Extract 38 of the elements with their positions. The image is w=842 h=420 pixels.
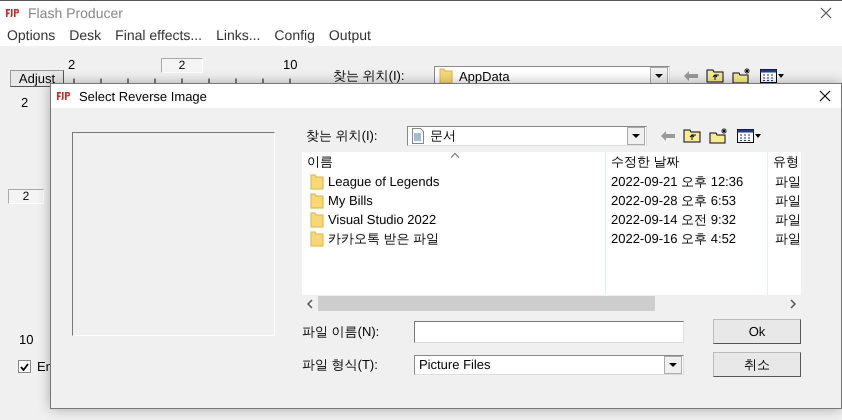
ruler-label: 2 — [68, 57, 76, 72]
date-cell-text: 2022-09-21 오후 12:36 — [610, 172, 744, 190]
file-name-label: 파일 이름(N): — [302, 322, 380, 340]
value-display: 2 — [161, 58, 203, 73]
menu-item[interactable]: Output — [328, 27, 371, 43]
menu-item[interactable]: Links... — [216, 27, 260, 43]
menu-item[interactable]: Final effects... — [115, 27, 202, 43]
type-cell-text: 파일 — [774, 172, 801, 190]
column-header[interactable]: 이름 — [302, 152, 605, 172]
ruler-label: 10 — [19, 332, 34, 347]
ruler-label: 2 — [21, 95, 28, 110]
column-header[interactable]: 수정한 날짜 — [606, 152, 767, 172]
date-cell-text: 2022-09-28 오후 6:53 — [610, 192, 738, 210]
ruler-label: 10 — [283, 57, 298, 72]
date-cell-text: 2022-09-14 오전 9:32 — [610, 210, 738, 228]
file-item[interactable]: My Bills — [302, 191, 605, 210]
look-in-label: 찾는 위치(I): — [333, 67, 406, 85]
value-display: 2 — [8, 189, 44, 204]
adjust-button[interactable]: Adjust — [10, 70, 64, 87]
menu-item[interactable]: Options — [7, 27, 56, 43]
column-header[interactable]: 유형 — [768, 152, 801, 172]
file-type-dropdown[interactable]: Picture Files — [414, 354, 684, 374]
dialog-title: Select Reverse Image — [79, 88, 207, 104]
type-cell-text: 파일 — [774, 192, 801, 210]
file-item[interactable]: League of Legends — [302, 172, 605, 191]
ok-button[interactable]: Ok — [713, 319, 801, 344]
type-cell-text: 파일 — [774, 230, 801, 248]
cancel-button[interactable]: 취소 — [713, 352, 801, 377]
file-item[interactable]: 카카오톡 받은 파일 — [302, 229, 605, 248]
type-cell-text: 파일 — [774, 210, 801, 228]
menu-item[interactable]: Desk — [69, 27, 102, 43]
look-in-label: 찾는 위치(I): — [306, 127, 378, 145]
date-cell-text: 2022-09-16 오후 4:52 — [610, 230, 738, 248]
window-title: Flash Producer — [28, 4, 123, 20]
file-item[interactable]: Visual Studio 2022 — [302, 210, 605, 229]
menu-item[interactable]: Config — [274, 27, 315, 43]
look-in-dropdown[interactable]: 문서 — [407, 126, 647, 146]
file-type-label: 파일 형식(T): — [302, 356, 379, 374]
